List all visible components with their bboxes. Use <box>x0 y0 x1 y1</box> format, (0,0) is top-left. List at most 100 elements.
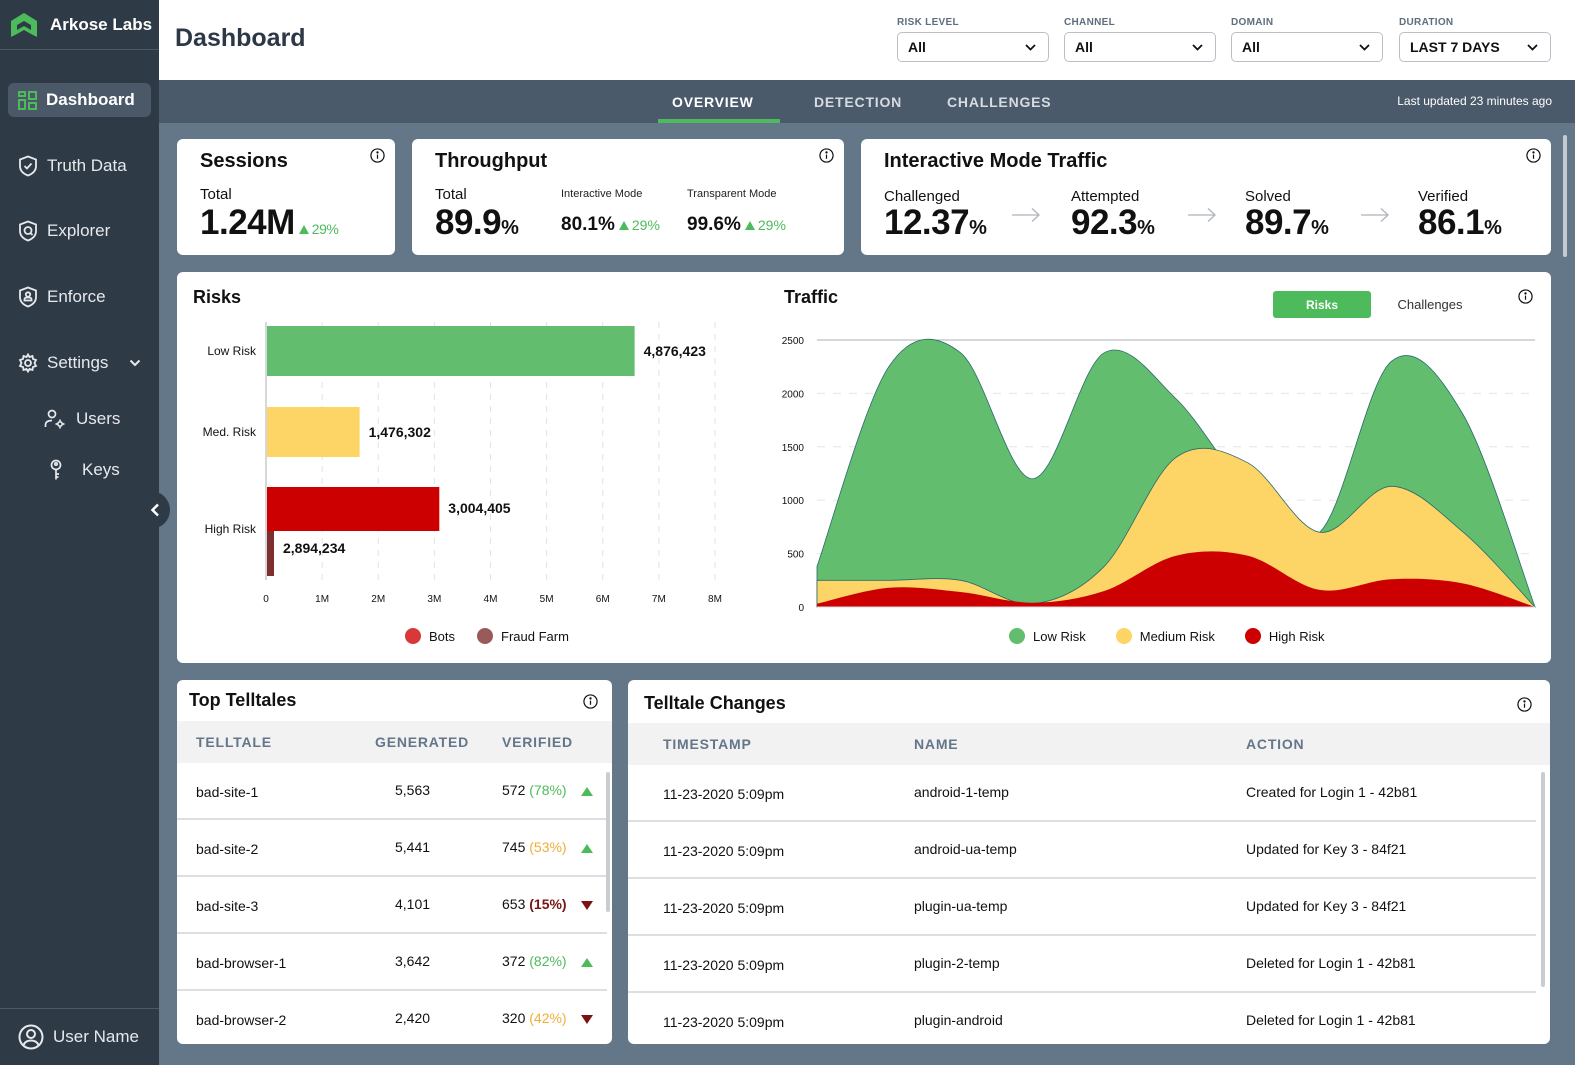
risks-chart-title: Risks <box>193 287 242 307</box>
legend-label: Fraud Farm <box>501 628 569 644</box>
filter-risk-level: RISK LEVEL All <box>897 17 1049 62</box>
info-icon[interactable] <box>370 148 385 163</box>
chevron-left-icon <box>150 503 159 517</box>
info-icon[interactable] <box>1526 148 1541 163</box>
bar-high-risk[interactable] <box>267 487 440 531</box>
bar-med-risk[interactable] <box>267 407 360 457</box>
value: 99.6% <box>687 214 741 235</box>
table-scrollbar[interactable] <box>1541 772 1545 987</box>
brand[interactable]: Arkose Labs <box>0 0 159 50</box>
column-header-telltale[interactable]: TELLTALE <box>196 734 272 750</box>
user-name: User Name <box>53 1027 139 1046</box>
arrow-right-icon <box>1361 208 1389 222</box>
sidebar-subitem-label: Keys <box>82 460 120 479</box>
verified-value: 372 <box>502 953 526 969</box>
legend-item-low-risk[interactable]: Low Risk <box>1009 628 1086 644</box>
column-header-timestamp[interactable]: TIMESTAMP <box>663 736 752 752</box>
legend-item-bots[interactable]: Bots <box>405 628 455 644</box>
toggle-challenges[interactable]: Challenges <box>1381 291 1479 318</box>
sidebar-item-explorer[interactable]: Explorer <box>8 214 151 248</box>
table-row[interactable]: bad-site-1 5,563 572 (78%) <box>177 763 607 820</box>
legend-item-high-risk[interactable]: High Risk <box>1244 628 1325 644</box>
verified-value: 653 <box>502 896 526 912</box>
table-row[interactable]: bad-site-2 5,441 745 (53%) <box>177 820 607 877</box>
card-title: Interactive Mode Traffic <box>884 150 1108 172</box>
table-row[interactable]: 11-23-2020 5:09pm plugin-2-temp Deleted fo… <box>628 936 1536 993</box>
sessions-card: Sessions Total 1.24M 29% <box>177 139 395 255</box>
channel-select[interactable]: All <box>1064 32 1216 62</box>
verified-value: 745 <box>502 839 526 855</box>
value: 86.1 <box>1418 203 1485 242</box>
table-row[interactable]: bad-browser-1 3,642 372 (82%) <box>177 934 607 991</box>
interactive-mode-label: Interactive Mode <box>561 188 643 200</box>
bar-low-risk[interactable] <box>267 326 635 376</box>
column-header-action[interactable]: ACTION <box>1246 736 1304 752</box>
sidebar-item-label: Explorer <box>47 221 111 240</box>
verified-percent: (42%) <box>529 1010 567 1026</box>
trend-up-icon <box>581 958 593 967</box>
sidebar-item-dashboard[interactable]: Dashboard <box>8 83 151 117</box>
collapse-sidebar-button[interactable] <box>140 491 170 529</box>
domain-select[interactable]: All <box>1231 32 1383 62</box>
arkose-logo-icon <box>11 12 37 37</box>
user-menu[interactable]: User Name <box>0 1008 159 1065</box>
info-icon[interactable] <box>819 148 834 163</box>
interactive-delta: 29% <box>618 217 660 233</box>
chevron-down-icon <box>1025 43 1036 51</box>
unit: % <box>1484 217 1502 239</box>
transparent-delta: 29% <box>744 217 786 233</box>
table-row[interactable]: bad-browser-2 2,420 320 (42%) <box>177 991 607 1044</box>
user-gear-icon <box>44 409 65 429</box>
table-scrollbar[interactable] <box>606 772 610 912</box>
sidebar: Arkose Labs Dashboard Truth Data Explore… <box>0 0 170 1065</box>
shield-check-icon <box>19 155 37 177</box>
legend-item-medium-risk[interactable]: Medium Risk <box>1115 628 1215 644</box>
telltale-name: android-ua-temp <box>914 841 1017 857</box>
table-row[interactable]: bad-site-3 4,101 653 (15%) <box>177 877 607 934</box>
sidebar-item-truth-data[interactable]: Truth Data <box>8 149 151 183</box>
page-scrollbar[interactable] <box>1563 135 1567 257</box>
tab-overview[interactable]: OVERVIEW <box>658 80 780 123</box>
x-tick-label: 4M <box>484 594 498 605</box>
duration-select[interactable]: LAST 7 DAYS <box>1399 32 1551 62</box>
sidebar-item-settings[interactable]: Settings <box>8 346 151 380</box>
risk-level-select[interactable]: All <box>897 32 1049 62</box>
brand-name: Arkose Labs <box>50 14 153 34</box>
column-header-generated[interactable]: GENERATED <box>375 734 469 750</box>
value: 89.9 <box>435 203 502 242</box>
solved-value: 89.7% <box>1245 203 1329 243</box>
column-header-verified[interactable]: VERIFIED <box>502 734 573 750</box>
tab-bar: OVERVIEW DETECTION CHALLENGES Last updat… <box>159 80 1575 123</box>
legend-dot <box>405 628 421 644</box>
toggle-risks[interactable]: Risks <box>1273 291 1371 318</box>
sidebar-item-enforce[interactable]: Enforce <box>8 280 151 314</box>
category-label: High Risk <box>205 522 257 536</box>
generated-count: 5,563 <box>395 782 431 798</box>
generated-count: 2,420 <box>395 1010 431 1026</box>
action: Deleted for Login 1 - 42b81 <box>1246 1012 1416 1028</box>
card-title: Throughput <box>435 150 548 172</box>
tab-challenges[interactable]: CHALLENGES <box>947 80 1051 123</box>
info-icon[interactable] <box>1518 289 1533 304</box>
table-row[interactable]: 11-23-2020 5:09pm android-ua-temp Updated … <box>628 822 1536 879</box>
verified-percent: (78%) <box>529 782 567 798</box>
column-header-name[interactable]: NAME <box>914 736 958 752</box>
sidebar-subitem-users[interactable]: Users <box>44 409 120 429</box>
sidebar-subitem-keys[interactable]: Keys <box>48 459 120 481</box>
telltale-name: plugin-ua-temp <box>914 898 1008 914</box>
select-value: All <box>1075 39 1093 55</box>
info-icon[interactable] <box>583 694 598 709</box>
table-row[interactable]: 11-23-2020 5:09pm plugin-android Deleted f… <box>628 993 1536 1044</box>
verified-value: 572 <box>502 782 526 798</box>
trend-down-icon <box>581 1015 593 1024</box>
last-updated: Last updated 23 minutes ago <box>1397 94 1552 108</box>
tab-detection[interactable]: DETECTION <box>814 80 902 123</box>
legend-item-fraud-farm[interactable]: Fraud Farm <box>477 628 569 644</box>
trend-up-icon <box>581 787 593 796</box>
table-row[interactable]: 11-23-2020 5:09pm android-1-temp Created f… <box>628 765 1536 822</box>
table-row[interactable]: 11-23-2020 5:09pm plugin-ua-temp Updated f… <box>628 879 1536 936</box>
info-icon[interactable] <box>1517 697 1532 712</box>
delta-value: 29% <box>631 217 660 233</box>
bar-high-riskfraud-farm[interactable] <box>267 531 274 576</box>
timestamp: 11-23-2020 5:09pm <box>663 786 785 802</box>
